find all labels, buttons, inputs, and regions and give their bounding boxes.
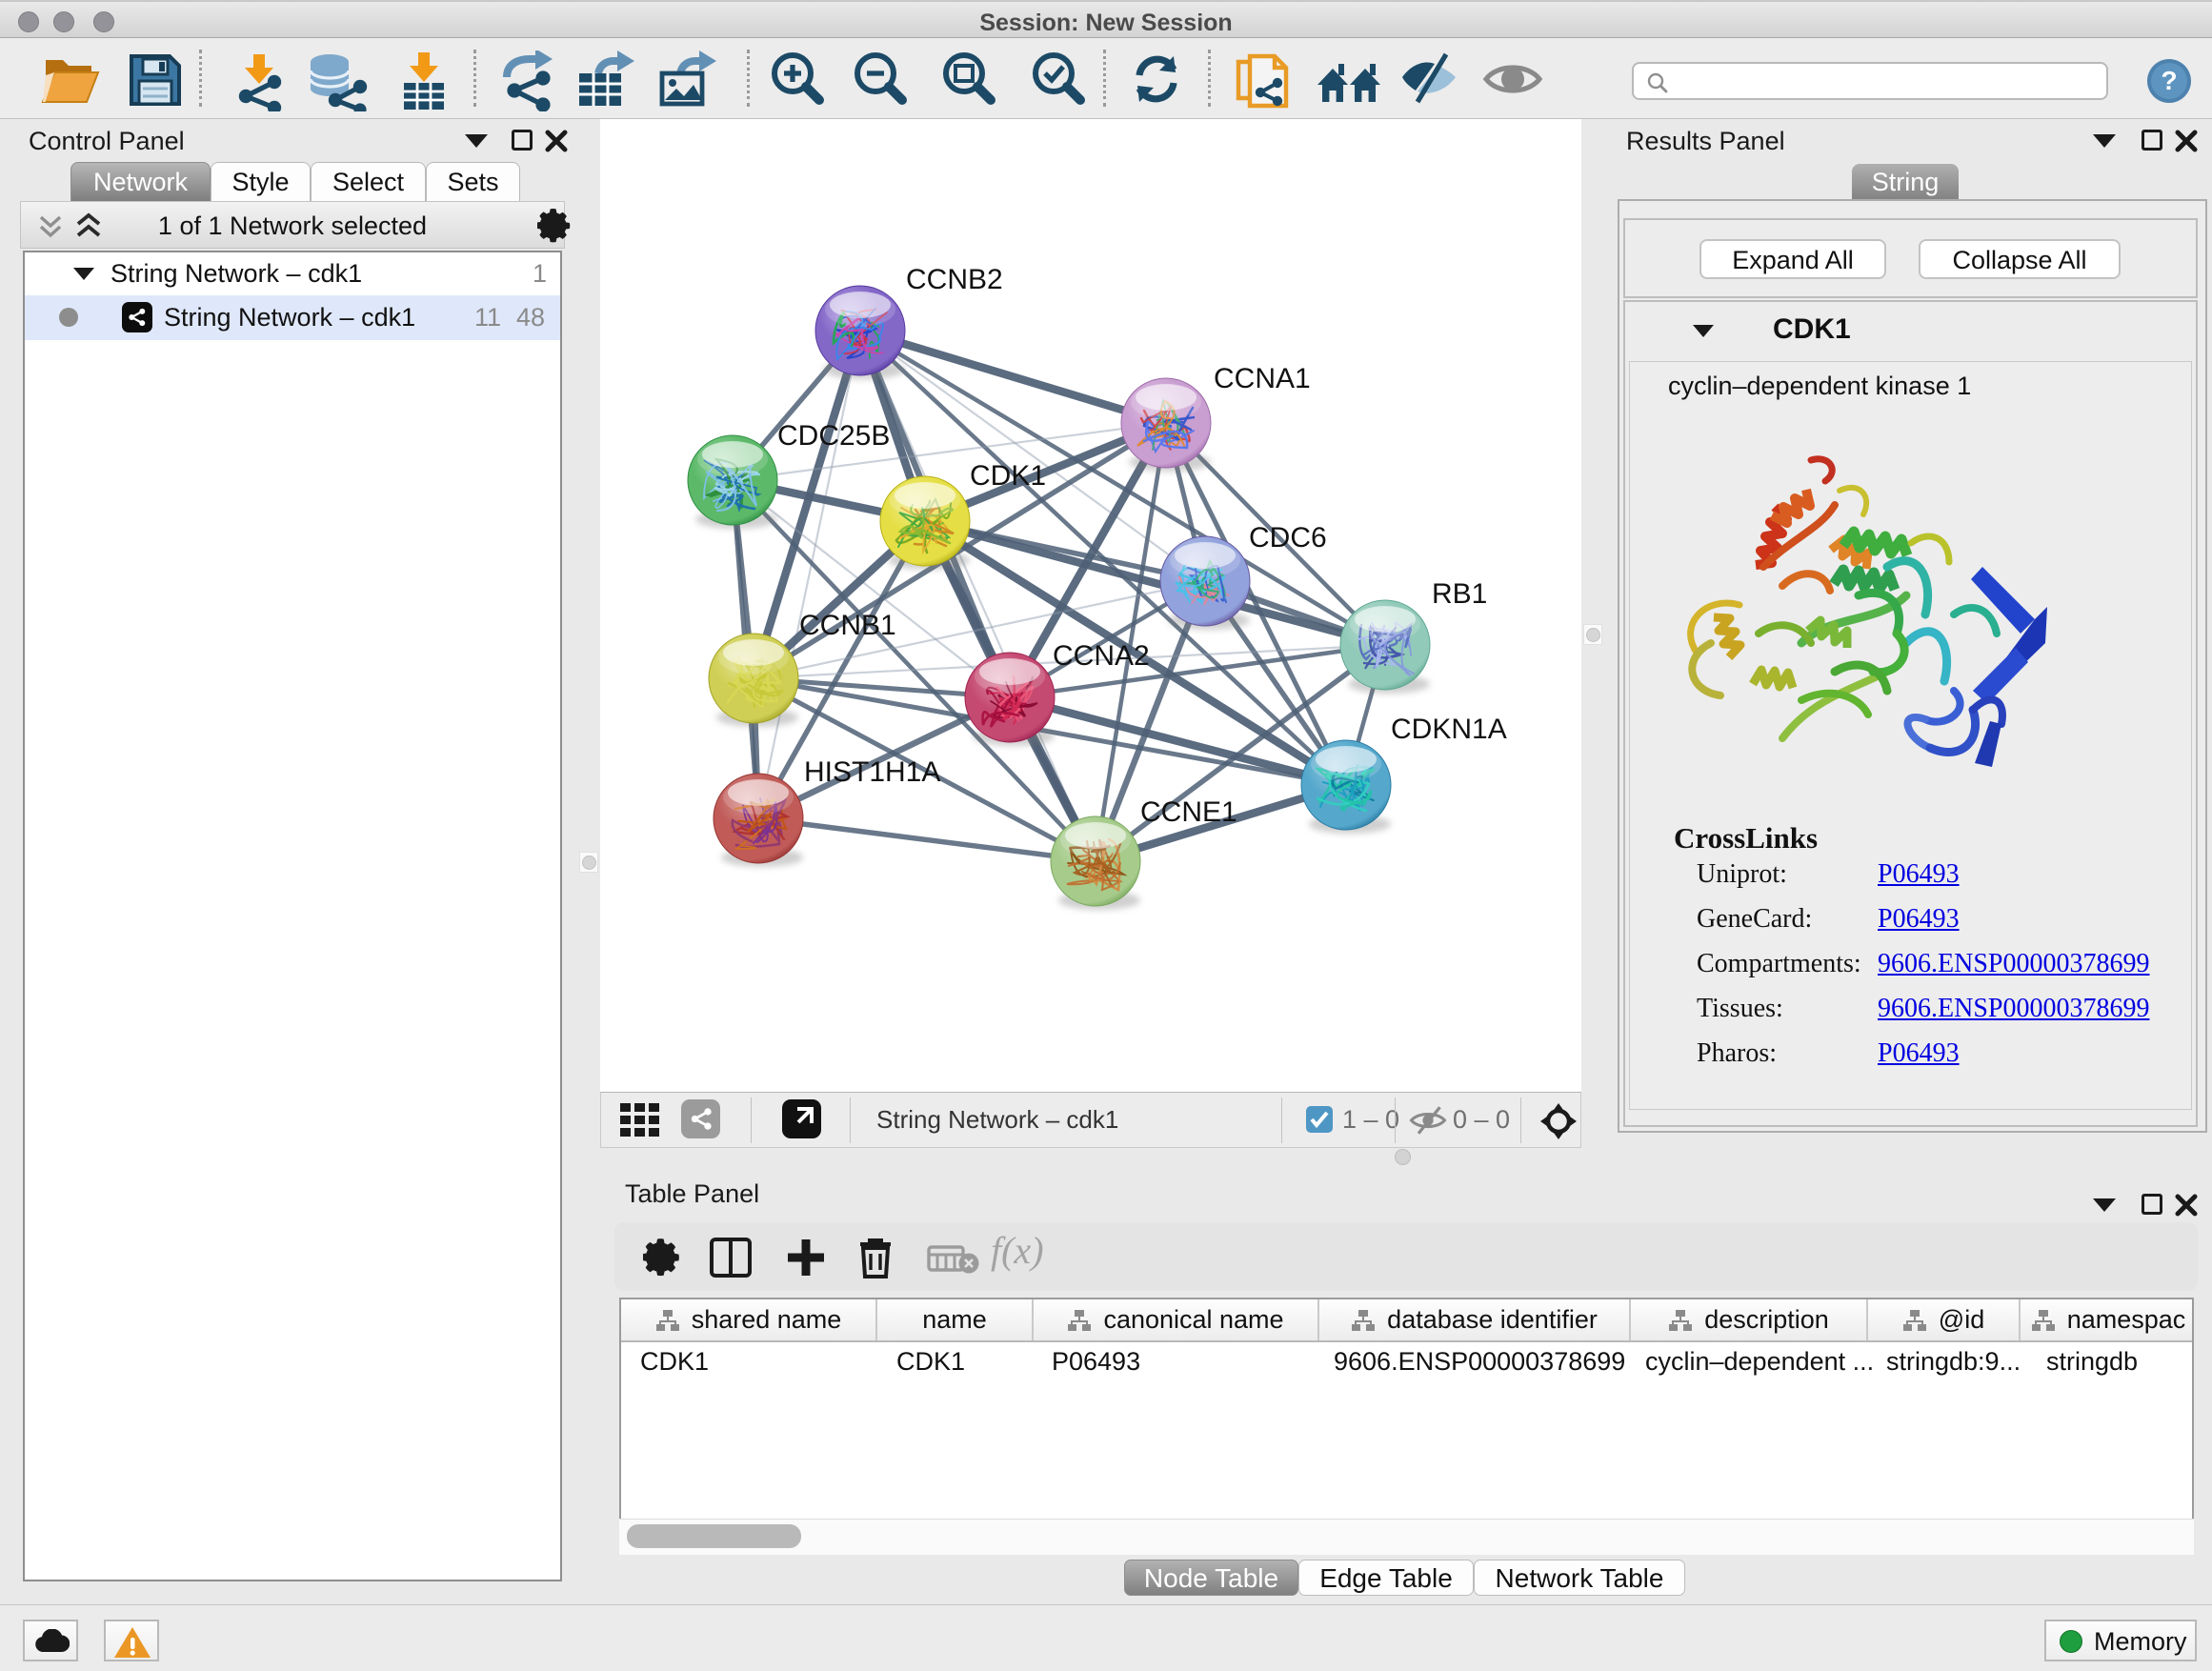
- svg-text:?: ?: [2161, 66, 2177, 95]
- svg-text:CDC25B: CDC25B: [777, 420, 890, 452]
- svg-text:CCNB2: CCNB2: [906, 264, 1003, 295]
- svg-text:CDK1: CDK1: [970, 460, 1046, 492]
- svg-text:RB1: RB1: [1432, 578, 1487, 610]
- svg-text:HIST1H1A: HIST1H1A: [804, 756, 940, 788]
- svg-text:CDKN1A: CDKN1A: [1391, 714, 1507, 745]
- svg-text:CCNB1: CCNB1: [799, 610, 896, 641]
- svg-text:CCNE1: CCNE1: [1140, 796, 1237, 828]
- svg-text:CCNA1: CCNA1: [1214, 363, 1311, 394]
- svg-text:CCNA2: CCNA2: [1053, 640, 1150, 672]
- svg-text:CDC6: CDC6: [1249, 522, 1327, 554]
